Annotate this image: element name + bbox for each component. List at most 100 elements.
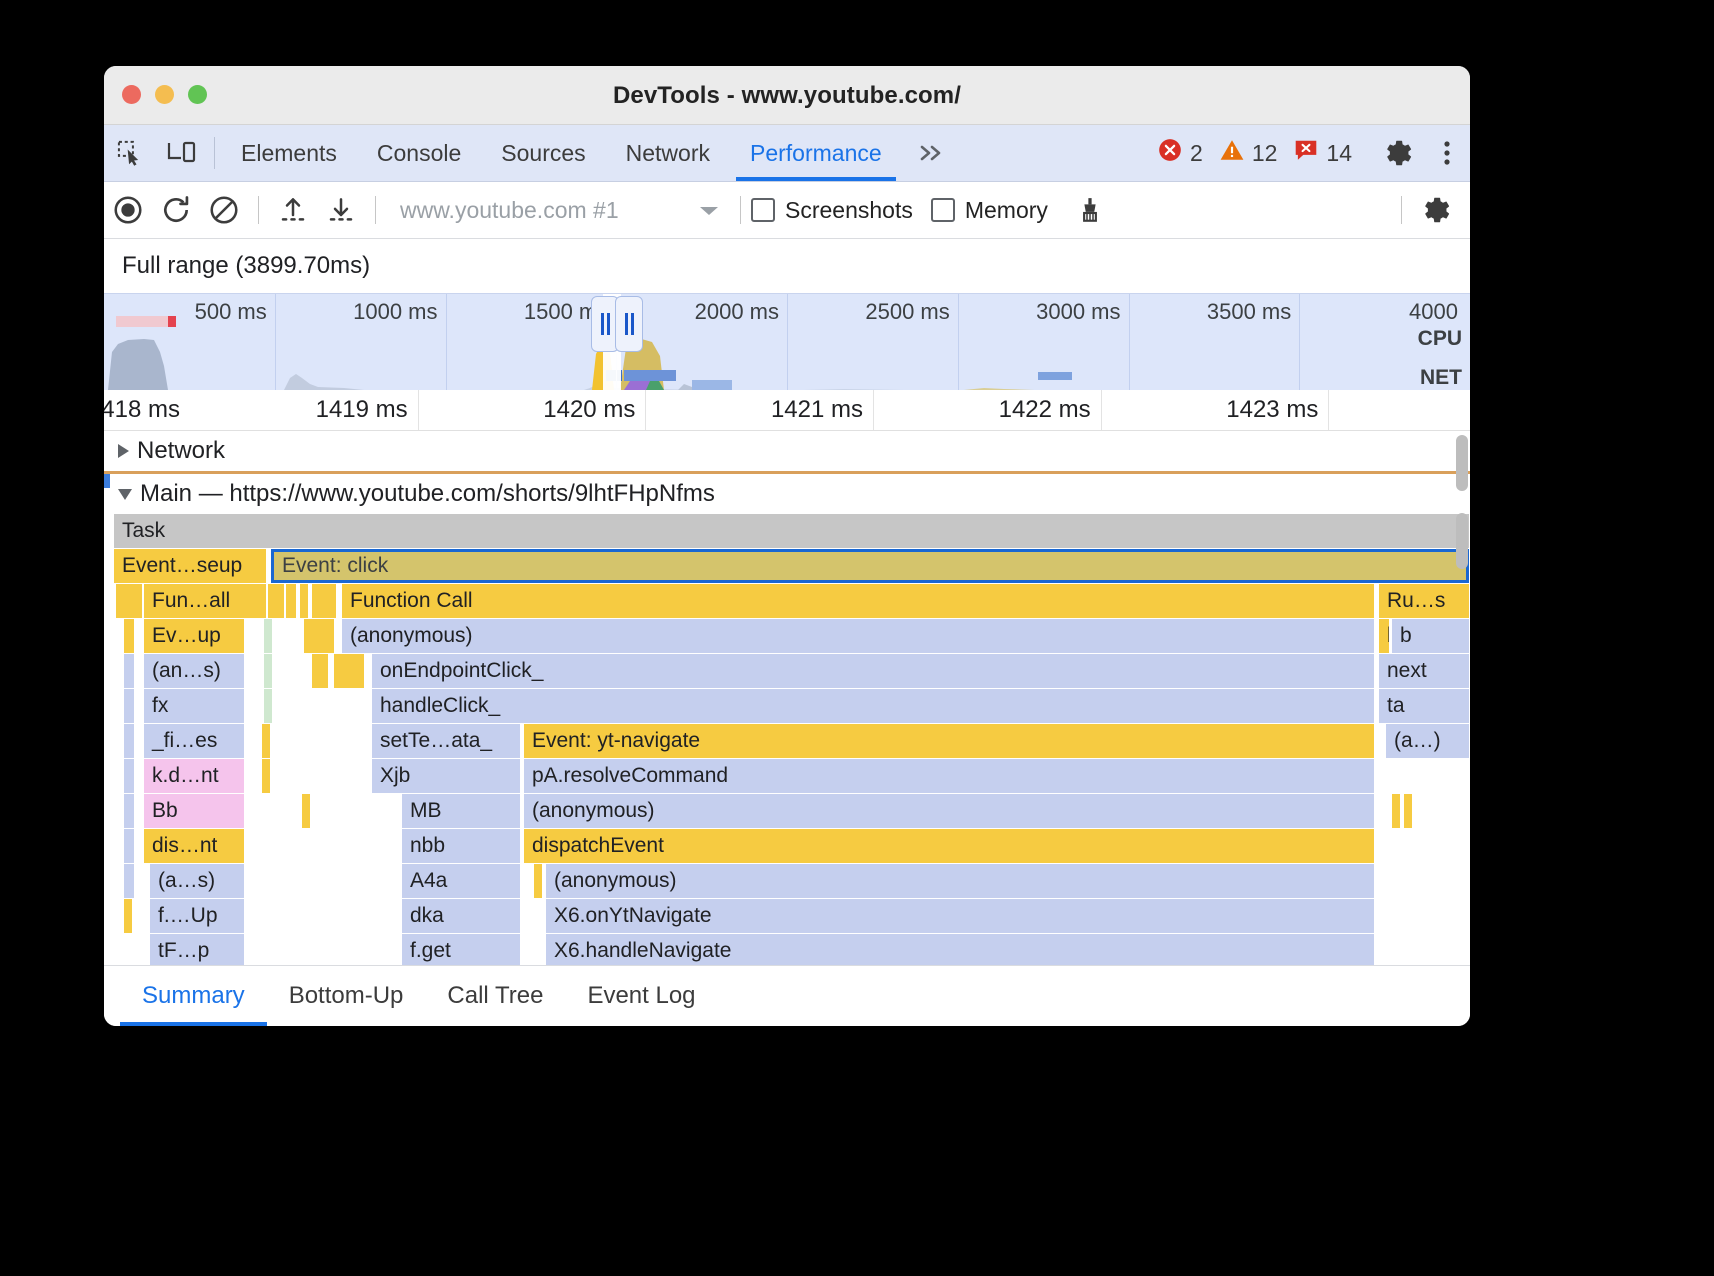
tab-network[interactable]: Network <box>606 125 730 181</box>
flame-bar[interactable]: dka <box>402 899 520 933</box>
flame-bar[interactable]: MB <box>402 794 520 828</box>
flame-bar[interactable]: dispatchEvent <box>524 829 1374 863</box>
tab-sources[interactable]: Sources <box>481 125 605 181</box>
flame-bar[interactable]: (anonymous) <box>524 794 1374 828</box>
flame-bar[interactable]: Event: yt-navigate <box>524 724 1374 758</box>
flame-bar[interactable]: ta <box>1379 689 1469 723</box>
flame-bar[interactable] <box>124 829 134 863</box>
network-track-header[interactable]: Network <box>104 431 1470 471</box>
flame-bar[interactable]: Function Call <box>342 584 1374 618</box>
device-toolbar-icon[interactable] <box>156 125 208 181</box>
flame-bar[interactable]: dis…nt <box>144 829 244 863</box>
flame-bar[interactable] <box>304 619 334 653</box>
flame-bar[interactable] <box>262 759 270 793</box>
flame-bar[interactable] <box>1392 794 1400 828</box>
flame-bar[interactable]: (an…s) <box>144 654 244 688</box>
flame-bar[interactable]: Bb <box>144 794 244 828</box>
flame-bar[interactable]: (a…s) <box>150 864 244 898</box>
flame-bar[interactable]: k.d…nt <box>144 759 244 793</box>
flame-bar[interactable]: Ev…up <box>144 619 244 653</box>
issue-badge[interactable]: 14 <box>1293 137 1352 169</box>
flame-bar[interactable] <box>124 654 134 688</box>
flame-bar[interactable]: _fi…es <box>144 724 244 758</box>
download-arrow-icon[interactable] <box>317 195 365 225</box>
record-circle-icon[interactable] <box>104 194 152 226</box>
flame-bar[interactable]: Fun…all <box>144 584 266 618</box>
inspect-element-icon[interactable] <box>104 125 156 181</box>
kebab-menu-icon[interactable] <box>1424 125 1470 181</box>
tab-performance[interactable]: Performance <box>730 125 902 181</box>
detail-timeline-ruler[interactable]: 1418 ms1419 ms1420 ms1421 ms1422 ms1423 … <box>104 390 1470 431</box>
flame-bar[interactable] <box>312 584 336 618</box>
flame-bar[interactable]: next <box>1379 654 1469 688</box>
flame-bar[interactable]: onEndpointClick_ <box>372 654 1374 688</box>
flame-bar[interactable]: b <box>1379 619 1389 653</box>
flame-bar[interactable]: Ru…s <box>1379 584 1469 618</box>
flame-bar[interactable] <box>534 864 542 898</box>
memory-checkbox[interactable]: Memory <box>931 197 1048 224</box>
flame-bar[interactable] <box>116 584 142 618</box>
warning-badge[interactable]: 12 <box>1219 137 1278 169</box>
tracks-container[interactable]: Network Main — https://www.youtube.com/s… <box>104 431 1470 965</box>
flame-bar[interactable]: (a…) <box>1386 724 1469 758</box>
flame-bar[interactable] <box>262 724 270 758</box>
flame-bar[interactable] <box>124 864 134 898</box>
flame-bar[interactable]: (anonymous) <box>546 864 1374 898</box>
chevrons-right-icon[interactable] <box>902 125 960 181</box>
timeline-overview[interactable]: 500 ms1000 ms1500 ms2000 ms2500 ms3000 m… <box>104 293 1470 390</box>
flame-bar[interactable] <box>124 899 132 933</box>
flame-bar[interactable] <box>302 794 310 828</box>
clear-circle-slash-icon[interactable] <box>200 194 248 226</box>
flame-bar[interactable]: setTe…ata_ <box>372 724 520 758</box>
triangle-right-icon[interactable] <box>118 444 129 458</box>
garbage-collect-brush-icon[interactable] <box>1066 195 1114 225</box>
reload-record-icon[interactable] <box>152 194 200 226</box>
flame-bar[interactable]: Xjb <box>372 759 520 793</box>
flame-bar[interactable]: pA.resolveCommand <box>524 759 1374 793</box>
main-track-header[interactable]: Main — https://www.youtube.com/shorts/9l… <box>104 474 1470 514</box>
upload-arrow-icon[interactable] <box>269 195 317 225</box>
flame-bar[interactable] <box>264 654 272 688</box>
flame-bar-selected[interactable]: Event: click <box>271 549 1469 583</box>
flame-bar[interactable]: handleClick_ <box>372 689 1374 723</box>
overview-right-handle[interactable] <box>615 296 643 352</box>
flame-bar[interactable]: A4a <box>402 864 520 898</box>
flame-bar[interactable]: X6.handleNavigate <box>546 934 1374 965</box>
flame-bar[interactable] <box>264 689 272 723</box>
flame-bar[interactable] <box>124 724 134 758</box>
flame-bar[interactable]: (anonymous) <box>342 619 1374 653</box>
flame-bar[interactable] <box>334 654 364 688</box>
profile-selector-dropdown[interactable]: www.youtube.com #1 <box>386 197 730 224</box>
flame-chart[interactable]: TaskEvent…seupEvent: clickFun…all Functio… <box>104 514 1470 965</box>
tab-call-tree[interactable]: Call Tree <box>425 966 565 1026</box>
flame-bar[interactable]: X6.onYtNavigate <box>546 899 1374 933</box>
flame-bar[interactable]: f.…Up <box>150 899 244 933</box>
flame-bar[interactable] <box>286 584 296 618</box>
triangle-down-icon[interactable] <box>118 489 132 500</box>
flame-bar[interactable] <box>124 759 134 793</box>
flame-bar[interactable]: b <box>1392 619 1469 653</box>
flame-bar[interactable]: Task <box>114 514 1469 548</box>
tab-elements[interactable]: Elements <box>221 125 357 181</box>
tab-bottom-up[interactable]: Bottom-Up <box>267 966 426 1026</box>
flame-bar[interactable] <box>312 654 328 688</box>
error-badge[interactable]: 2 <box>1157 137 1203 169</box>
screenshots-checkbox[interactable]: Screenshots <box>751 197 913 224</box>
flame-bar[interactable]: f.get <box>402 934 520 965</box>
flame-bar[interactable] <box>124 794 134 828</box>
tracks-scrollbar-thumb-upper[interactable] <box>1456 435 1468 491</box>
flame-bar[interactable]: Event…seup <box>114 549 266 583</box>
flame-bar[interactable] <box>268 584 284 618</box>
tab-summary[interactable]: Summary <box>120 966 267 1026</box>
flame-bar[interactable]: tF…p <box>150 934 244 965</box>
flame-bar[interactable] <box>124 689 134 723</box>
flame-bar[interactable] <box>1404 794 1412 828</box>
tab-console[interactable]: Console <box>357 125 481 181</box>
flame-bar[interactable] <box>124 619 134 653</box>
tab-event-log[interactable]: Event Log <box>565 966 717 1026</box>
capture-settings-gear-icon[interactable] <box>1412 195 1460 225</box>
flame-bar[interactable] <box>264 619 272 653</box>
flame-bar[interactable] <box>300 584 308 618</box>
tracks-scrollbar-thumb-lower[interactable] <box>1456 513 1468 569</box>
flame-bar[interactable]: fx <box>144 689 244 723</box>
